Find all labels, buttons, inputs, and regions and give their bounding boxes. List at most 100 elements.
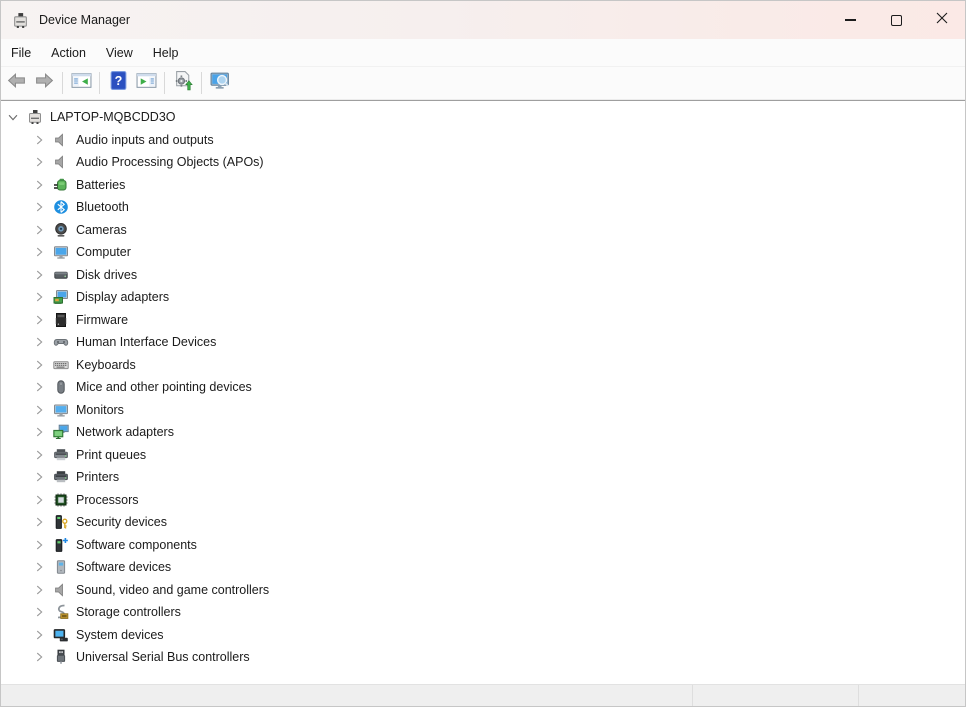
- expand-chevron-icon[interactable]: [31, 537, 47, 553]
- tree-item-security-devices[interactable]: Security devices: [1, 511, 965, 534]
- tree-item-mice-and-other-pointing-devices[interactable]: Mice and other pointing devices: [1, 376, 965, 399]
- tree-item-label: Keyboards: [76, 358, 136, 372]
- tree-item-firmware[interactable]: Firmware: [1, 309, 965, 332]
- arrow-left-icon: [6, 70, 27, 96]
- tree-item-label: Network adapters: [76, 425, 174, 439]
- tree-item-printers[interactable]: Printers: [1, 466, 965, 489]
- title-bar: Device Manager: [1, 1, 965, 39]
- security-icon: [53, 514, 69, 530]
- computer-icon: [53, 244, 69, 260]
- tree-item-keyboards[interactable]: Keyboards: [1, 354, 965, 377]
- tree-root-laptop-mqbcdd3o[interactable]: LAPTOP-MQBCDD3O: [1, 106, 965, 129]
- help-button[interactable]: ?: [104, 70, 132, 96]
- menu-view[interactable]: View: [96, 42, 143, 64]
- device-manager-icon: [27, 109, 43, 125]
- tree-item-label: Batteries: [76, 178, 125, 192]
- expand-chevron-icon[interactable]: [31, 312, 47, 328]
- tree-item-label: Cameras: [76, 223, 127, 237]
- tree-item-label: Security devices: [76, 515, 167, 529]
- tree-item-label: LAPTOP-MQBCDD3O: [50, 110, 176, 124]
- tree-item-label: Mice and other pointing devices: [76, 380, 252, 394]
- tree-item-batteries[interactable]: Batteries: [1, 174, 965, 197]
- processor-icon: [53, 492, 69, 508]
- menu-action[interactable]: Action: [41, 42, 96, 64]
- keyboard-icon: [53, 357, 69, 373]
- printer2-icon: [53, 469, 69, 485]
- content-area: LAPTOP-MQBCDD3O Audio inputs and outputsA…: [1, 100, 965, 684]
- bluetooth-icon: [53, 199, 69, 215]
- forward-button[interactable]: [30, 70, 58, 96]
- tree-item-label: Print queues: [76, 448, 146, 462]
- tree-item-sound-video-and-game-controllers[interactable]: Sound, video and game controllers: [1, 579, 965, 602]
- expand-chevron-icon[interactable]: [31, 267, 47, 283]
- expand-chevron-icon[interactable]: [31, 582, 47, 598]
- tree-item-processors[interactable]: Processors: [1, 489, 965, 512]
- firmware-icon: [53, 312, 69, 328]
- network-icon: [53, 424, 69, 440]
- tree-item-label: Bluetooth: [76, 200, 129, 214]
- expand-chevron-icon[interactable]: [31, 379, 47, 395]
- tree-item-label: Software devices: [76, 560, 171, 574]
- device-tree: LAPTOP-MQBCDD3O Audio inputs and outputsA…: [1, 101, 965, 669]
- expand-chevron-icon[interactable]: [31, 649, 47, 665]
- collapse-chevron-icon[interactable]: [5, 109, 21, 125]
- tree-item-software-devices[interactable]: Software devices: [1, 556, 965, 579]
- speaker-icon: [53, 154, 69, 170]
- tree-item-computer[interactable]: Computer: [1, 241, 965, 264]
- tree-item-bluetooth[interactable]: Bluetooth: [1, 196, 965, 219]
- tree-item-print-queues[interactable]: Print queues: [1, 444, 965, 467]
- show-hide-console-tree-button[interactable]: [67, 70, 95, 96]
- expand-chevron-icon[interactable]: [31, 357, 47, 373]
- usb-icon: [53, 649, 69, 665]
- tree-item-human-interface-devices[interactable]: Human Interface Devices: [1, 331, 965, 354]
- storage-icon: [53, 604, 69, 620]
- tree-item-cameras[interactable]: Cameras: [1, 219, 965, 242]
- update-device-drivers-button[interactable]: [169, 70, 197, 96]
- action-pane-window-icon: [136, 70, 157, 96]
- tree-item-display-adapters[interactable]: Display adapters: [1, 286, 965, 309]
- tree-item-monitors[interactable]: Monitors: [1, 399, 965, 422]
- expand-chevron-icon[interactable]: [31, 402, 47, 418]
- expand-chevron-icon[interactable]: [31, 177, 47, 193]
- expand-chevron-icon[interactable]: [31, 514, 47, 530]
- expand-chevron-icon[interactable]: [31, 154, 47, 170]
- expand-chevron-icon[interactable]: [31, 447, 47, 463]
- menu-file[interactable]: File: [1, 42, 41, 64]
- tree-item-storage-controllers[interactable]: Storage controllers: [1, 601, 965, 624]
- expand-chevron-icon[interactable]: [31, 222, 47, 238]
- expand-chevron-icon[interactable]: [31, 289, 47, 305]
- close-icon: [936, 11, 948, 29]
- menu-bar: FileActionViewHelp: [1, 39, 965, 67]
- expand-chevron-icon[interactable]: [31, 492, 47, 508]
- scan-for-hardware-changes-button[interactable]: [206, 70, 234, 96]
- hid-icon: [53, 334, 69, 350]
- tree-item-audio-inputs-and-outputs[interactable]: Audio inputs and outputs: [1, 129, 965, 152]
- tree-item-universal-serial-bus-controllers[interactable]: Universal Serial Bus controllers: [1, 646, 965, 669]
- expand-chevron-icon[interactable]: [31, 244, 47, 260]
- expand-chevron-icon[interactable]: [31, 199, 47, 215]
- help-book-icon: ?: [108, 70, 129, 96]
- show-hide-action-pane-button[interactable]: [132, 70, 160, 96]
- close-button[interactable]: [919, 1, 965, 39]
- expand-chevron-icon[interactable]: [31, 424, 47, 440]
- tree-item-label: Sound, video and game controllers: [76, 583, 269, 597]
- tree-item-system-devices[interactable]: System devices: [1, 624, 965, 647]
- expand-chevron-icon[interactable]: [31, 469, 47, 485]
- expand-chevron-icon[interactable]: [31, 132, 47, 148]
- status-pane-right: [859, 685, 965, 706]
- tree-item-label: Computer: [76, 245, 131, 259]
- minimize-button[interactable]: [827, 1, 873, 39]
- mouse-icon: [53, 379, 69, 395]
- tree-item-network-adapters[interactable]: Network adapters: [1, 421, 965, 444]
- expand-chevron-icon[interactable]: [31, 604, 47, 620]
- tree-item-disk-drives[interactable]: Disk drives: [1, 264, 965, 287]
- maximize-button[interactable]: [873, 1, 919, 39]
- expand-chevron-icon[interactable]: [31, 559, 47, 575]
- expand-chevron-icon[interactable]: [31, 334, 47, 350]
- tree-item-audio-processing-objects-apos[interactable]: Audio Processing Objects (APOs): [1, 151, 965, 174]
- back-button[interactable]: [2, 70, 30, 96]
- expand-chevron-icon[interactable]: [31, 627, 47, 643]
- tree-item-software-components[interactable]: Software components: [1, 534, 965, 557]
- display-adapter-icon: [53, 289, 69, 305]
- menu-help[interactable]: Help: [143, 42, 189, 64]
